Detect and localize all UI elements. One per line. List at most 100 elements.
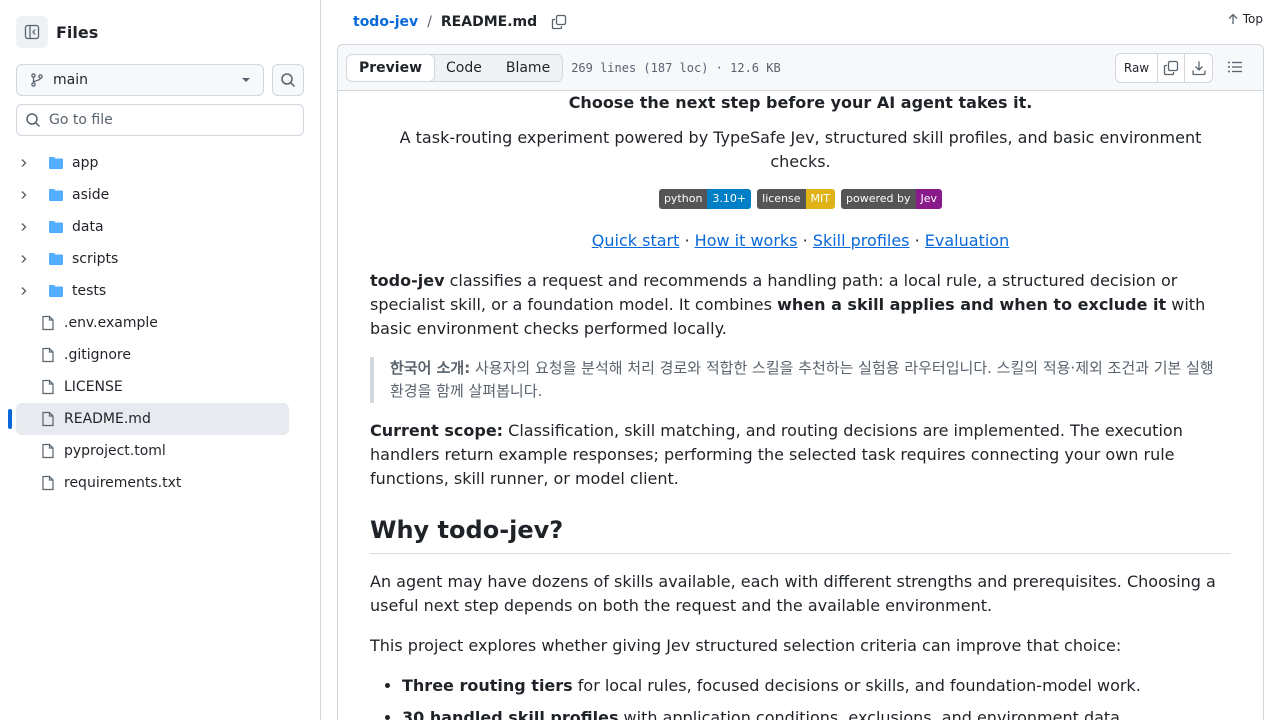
list-item-text: for local rules, focused decisions or sk…	[572, 676, 1141, 695]
outline-button[interactable]	[1227, 59, 1243, 79]
why-paragraph-1: An agent may have dozens of skills avail…	[370, 572, 1216, 615]
chevron-right-icon[interactable]	[16, 189, 32, 201]
tab-blame[interactable]: Blame	[494, 55, 562, 81]
file-actions-group: Raw	[1115, 53, 1213, 83]
nav-separator: ·	[914, 231, 920, 250]
folder-icon	[48, 283, 64, 299]
git-branch-icon	[31, 73, 43, 87]
how-it-works-link[interactable]: How it works	[695, 231, 798, 250]
badge-value: 3.10+	[707, 189, 752, 209]
tree-item-label: README.md	[64, 411, 151, 427]
search-icon	[26, 113, 41, 128]
tree-item-label: .gitignore	[64, 347, 131, 363]
tree-item-tests[interactable]: tests	[16, 275, 289, 307]
korean-label: 한국어 소개:	[390, 359, 471, 377]
download-button[interactable]	[1185, 54, 1212, 82]
collapse-sidebar-button[interactable]	[16, 16, 48, 48]
breadcrumb: todo-jev / README.md Top	[321, 0, 1280, 44]
tree-item-readme[interactable]: README.md	[8, 403, 289, 435]
file-icon	[40, 443, 56, 459]
copy-raw-button[interactable]	[1158, 54, 1185, 82]
nav-separator: ·	[802, 231, 808, 250]
branch-selector[interactable]: main	[16, 64, 264, 96]
file-icon	[40, 315, 56, 331]
list-item-text: with application conditions, exclusions,…	[618, 708, 1126, 720]
chevron-right-icon[interactable]	[16, 285, 32, 297]
folder-icon	[48, 219, 64, 235]
badge-value: Jev	[915, 189, 943, 209]
chevron-right-icon[interactable]	[16, 221, 32, 233]
tree-item-pyproject[interactable]: pyproject.toml	[16, 435, 289, 467]
search-files-button[interactable]	[272, 64, 304, 96]
tree-item-label: tests	[72, 283, 107, 299]
tree-item-app[interactable]: app	[16, 147, 289, 179]
readme-description: A task-routing experiment powered by Typ…	[399, 128, 1202, 171]
go-to-file-field[interactable]	[16, 104, 304, 136]
badge-label: python	[658, 189, 708, 209]
license-badge[interactable]: license MIT	[757, 189, 836, 209]
why-paragraph-2: This project explores whether giving Jev…	[370, 636, 1122, 655]
list-unordered-icon	[1228, 61, 1242, 73]
sidebar-title: Files	[56, 22, 99, 42]
tree-item-gitignore[interactable]: .gitignore	[16, 339, 289, 371]
folder-icon	[48, 155, 64, 171]
active-indicator	[8, 409, 12, 429]
tab-code[interactable]: Code	[434, 55, 494, 81]
tree-item-label: data	[72, 219, 104, 235]
tab-preview[interactable]: Preview	[346, 53, 436, 82]
list-item-bold: 30 handled skill profiles	[402, 708, 619, 720]
copy-icon	[551, 14, 567, 30]
evaluation-link[interactable]: Evaluation	[925, 231, 1009, 250]
breadcrumb-separator: /	[427, 14, 432, 30]
nav-separator: ·	[684, 231, 690, 250]
folder-icon	[48, 251, 64, 267]
quick-start-link[interactable]: Quick start	[592, 231, 680, 250]
tree-item-license[interactable]: LICENSE	[16, 371, 289, 403]
tree-item-label: pyproject.toml	[64, 443, 166, 459]
tree-item-label: .env.example	[64, 315, 158, 331]
korean-text: 사용자의 요청을 분석해 처리 경로와 적합한 스킬을 추천하는 실험용 라우터…	[390, 359, 1214, 400]
branch-name: main	[53, 72, 88, 88]
list-item-bold: Three routing tiers	[402, 676, 573, 695]
breadcrumb-repo-link[interactable]: todo-jev	[353, 14, 418, 30]
intro-bold: when a skill applies and when to exclude…	[777, 295, 1167, 314]
file-view: todo-jev / README.md Top Preview Code Bl…	[321, 0, 1280, 720]
tree-item-label: LICENSE	[64, 379, 123, 395]
project-name: todo-jev	[370, 271, 445, 290]
folder-icon	[48, 187, 64, 203]
tree-item-scripts[interactable]: scripts	[16, 243, 289, 275]
file-container: Preview Code Blame 269 lines (187 loc) ·…	[337, 44, 1264, 720]
readme-tagline: Choose the next step before your AI agen…	[568, 93, 1033, 112]
arrow-up-icon	[1228, 13, 1238, 24]
top-label: Top	[1242, 12, 1263, 26]
tree-item-aside[interactable]: aside	[16, 179, 289, 211]
sidebar-header: Files	[16, 16, 98, 48]
badge-label: powered by	[841, 189, 916, 209]
download-icon	[1191, 61, 1206, 76]
chevron-right-icon[interactable]	[16, 157, 32, 169]
badge-value: MIT	[805, 189, 836, 209]
powered-by-badge[interactable]: powered by Jev	[841, 189, 943, 209]
python-version-badge[interactable]: python 3.10+	[658, 189, 752, 209]
sidebar-collapse-icon	[24, 24, 40, 40]
tree-item-data[interactable]: data	[16, 211, 289, 243]
tree-item-env-example[interactable]: .env.example	[16, 307, 289, 339]
go-to-file-input[interactable]	[49, 112, 289, 128]
file-icon	[40, 475, 56, 491]
tree-item-label: scripts	[72, 251, 119, 267]
scope-label: Current scope:	[370, 421, 504, 440]
scope-paragraph: Current scope: Classification, skill mat…	[370, 419, 1231, 491]
copy-path-button[interactable]	[551, 14, 567, 30]
chevron-right-icon[interactable]	[16, 253, 32, 265]
badge-label: license	[757, 189, 806, 209]
tree-item-label: app	[72, 155, 99, 171]
tree-item-requirements[interactable]: requirements.txt	[16, 467, 289, 499]
view-mode-tabs: Preview Code Blame	[346, 53, 564, 82]
caret-down-icon	[242, 78, 250, 82]
list-item: Three routing tiers for local rules, foc…	[402, 674, 1231, 698]
raw-button[interactable]: Raw	[1116, 54, 1158, 82]
feature-list: Three routing tiers for local rules, foc…	[370, 674, 1231, 720]
copy-icon	[1163, 60, 1179, 76]
back-to-top-button[interactable]: Top	[1227, 12, 1263, 26]
skill-profiles-link[interactable]: Skill profiles	[813, 231, 910, 250]
